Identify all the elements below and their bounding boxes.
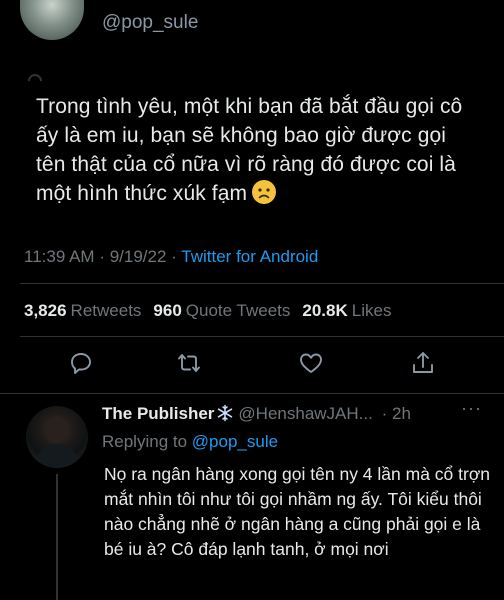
tweet-meta: 11:39 AM · 9/19/22 · Twitter for Android — [24, 247, 318, 267]
tweet-date[interactable]: 9/19/22 — [110, 247, 167, 266]
reply-author-handle[interactable]: @HenshawJAH... — [238, 404, 372, 423]
like-heart-icon[interactable] — [298, 350, 324, 376]
thread-indicator-icon — [25, 71, 45, 91]
author-handle[interactable]: @pop_sule — [102, 12, 198, 34]
retweet-icon[interactable] — [176, 350, 202, 376]
divider — [0, 393, 504, 394]
reply-text: Nọ ra ngân hàng xong gọi tên ny 4 lần mà… — [104, 464, 491, 559]
replying-to: Replying to @pop_sule — [102, 432, 278, 452]
quote-tweets-count: 960 — [153, 301, 182, 320]
quote-tweets-stat[interactable]: 960 Quote Tweets — [153, 301, 290, 321]
likes-stat[interactable]: 20.8K Likes — [302, 301, 391, 321]
retweets-count: 3,826 — [24, 301, 67, 320]
tweet-text: Trong tình yêu, một khi bạn đã bắt đầu g… — [36, 95, 463, 205]
replying-to-handle[interactable]: @pop_sule — [192, 432, 278, 451]
tweet-actions — [0, 350, 504, 380]
likes-label: Likes — [351, 301, 392, 320]
avatar[interactable] — [26, 406, 88, 468]
meta-separator: · — [171, 247, 177, 266]
reply-author-name[interactable]: The Publisher — [102, 404, 214, 423]
reply-time[interactable]: 2h — [392, 404, 411, 423]
reply-time-separator: · — [381, 404, 388, 423]
divider — [20, 283, 504, 284]
share-icon[interactable] — [410, 350, 436, 376]
retweets-label: Retweets — [70, 301, 142, 320]
avatar[interactable] — [20, 0, 84, 40]
likes-count: 20.8K — [302, 301, 348, 320]
more-options-icon[interactable]: ··· — [461, 398, 482, 419]
divider — [20, 336, 504, 337]
snowflake-icon — [216, 404, 234, 422]
meta-separator: · — [99, 247, 105, 266]
tweet-detail-page: @pop_sule Trong tình yêu, một khi bạn đã… — [0, 0, 504, 600]
tweet-source-link[interactable]: Twitter for Android — [181, 247, 318, 266]
retweets-stat[interactable]: 3,826 Retweets — [24, 301, 141, 321]
tweet-text-block: Trong tình yêu, một khi bạn đã bắt đầu g… — [36, 92, 476, 208]
tweet-author-row[interactable]: @pop_sule — [20, 0, 198, 48]
reply-icon[interactable] — [68, 350, 94, 376]
replying-prefix: Replying to — [102, 432, 188, 451]
slightly-frowning-face-icon — [251, 179, 277, 205]
quote-tweets-label: Quote Tweets — [185, 301, 291, 320]
tweet-time[interactable]: 11:39 AM — [24, 247, 95, 266]
reply-header: The Publisher @HenshawJAH... · 2h — [102, 404, 411, 424]
thread-line — [56, 474, 58, 600]
tweet-stats: 3,826 Retweets 960 Quote Tweets 20.8K Likes — [24, 301, 391, 321]
